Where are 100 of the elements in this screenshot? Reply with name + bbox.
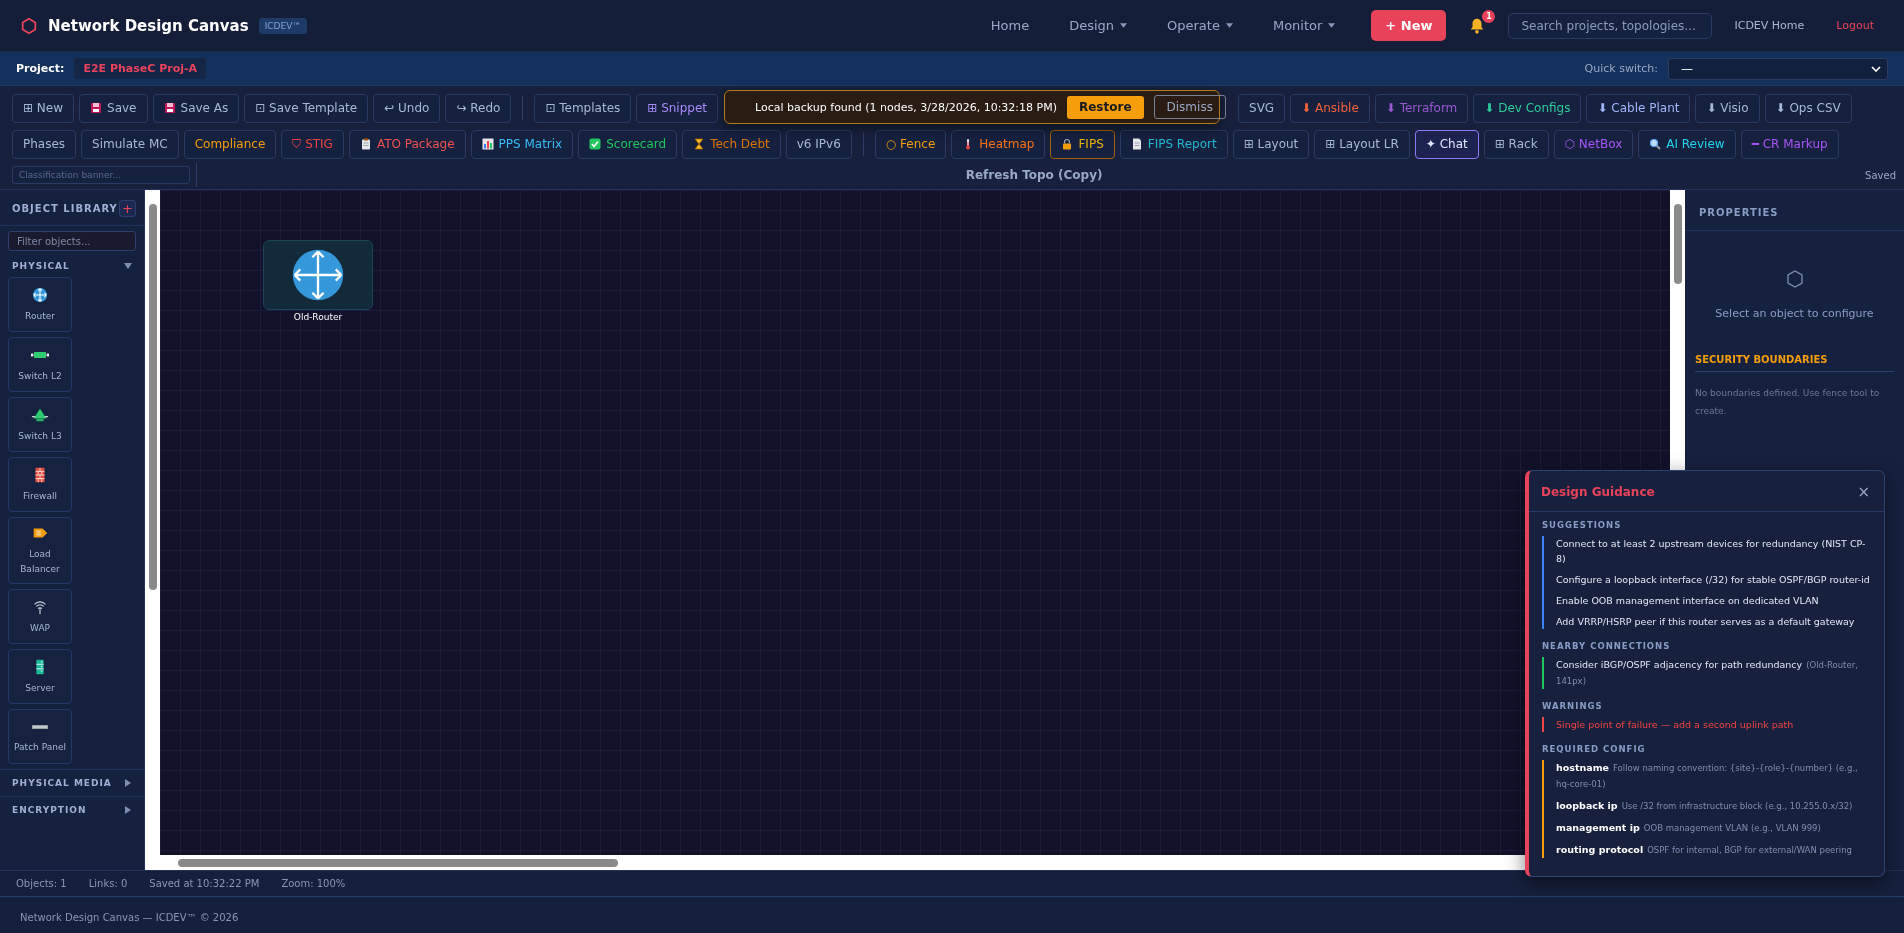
toolbar-button[interactable]: ✦ Chat xyxy=(1414,129,1479,159)
toolbar-button[interactable]: Scorecard xyxy=(578,129,678,159)
toolbar-button[interactable]: ○ Fence xyxy=(874,129,947,159)
nav-menu-item[interactable]: Home xyxy=(990,18,1030,33)
nav-menu-item[interactable]: Operate xyxy=(1167,18,1233,33)
toolbar-button[interactable]: ATO Package xyxy=(348,129,466,159)
library-title: OBJECT LIBRARY xyxy=(12,203,118,214)
padlock-icon xyxy=(1061,138,1074,150)
notification-count: 1 xyxy=(1482,9,1496,23)
nav-menu-item[interactable]: Design xyxy=(1069,18,1128,33)
toolbar-button[interactable]: v6 IPv6 xyxy=(785,129,852,159)
library-section-header[interactable]: PHYSICAL xyxy=(0,255,144,277)
classification-banner-field[interactable]: Classification banner... xyxy=(12,166,190,184)
toolbar-button[interactable]: ⬡ NetBox xyxy=(1553,129,1634,159)
dismiss-button[interactable]: Dismiss xyxy=(1153,95,1226,119)
caret-icon xyxy=(1328,23,1336,28)
router-node[interactable] xyxy=(263,240,373,310)
object-count: Objects: 1 xyxy=(16,878,67,889)
panel-title: Design Guidance xyxy=(1541,485,1655,499)
section-title: SECURITY BOUNDARIES xyxy=(1695,350,1894,372)
save-status: Saved xyxy=(1865,169,1896,181)
search-icon xyxy=(1649,138,1662,150)
toolbar-button[interactable]: ⊞ New xyxy=(12,93,75,123)
toolbar-button[interactable]: SVG xyxy=(1238,93,1286,123)
home-link[interactable]: ICDEV Home xyxy=(1734,19,1805,32)
library-item[interactable]: WAP xyxy=(8,589,72,644)
library-section-header[interactable]: PHYSICAL MEDIA xyxy=(0,769,144,796)
library-section-header[interactable]: ENCRYPTION xyxy=(0,796,144,823)
footer-text: Network Design Canvas — ICDEV™ © 2026 xyxy=(20,911,239,923)
toolbar-button[interactable]: ⬇ Visio xyxy=(1695,93,1760,123)
library-item[interactable]: Patch Panel xyxy=(8,709,72,764)
section-title: SUGGESTIONS xyxy=(1542,520,1623,530)
link-count: Links: 0 xyxy=(88,878,128,889)
nav-menu-item[interactable]: Monitor xyxy=(1272,18,1336,33)
toolbar-button[interactable]: ↩ Undo xyxy=(373,93,441,123)
bar-chart-icon xyxy=(481,138,494,150)
logout-link[interactable]: Logout xyxy=(1836,19,1874,32)
filter-field[interactable]: Filter objects... xyxy=(8,231,136,251)
toolbar-button[interactable]: ⬇ Terraform xyxy=(1374,93,1469,123)
toolbar-button[interactable]: ⛉ STIG xyxy=(281,129,344,159)
toolbar-button[interactable]: ↪ Redo xyxy=(445,93,512,123)
toolbar-button[interactable]: ⊞ Rack xyxy=(1483,129,1549,159)
product-badge: ICDEV™ xyxy=(258,17,308,34)
quick-switch-label: Quick switch: xyxy=(1584,62,1658,75)
project-tag[interactable]: E2E PhaseC Proj-A xyxy=(74,58,207,79)
section-title: NEARBY CONNECTIONS xyxy=(1542,641,1672,651)
toolbar-button[interactable]: Save As xyxy=(152,93,240,123)
library-item[interactable]: Switch L2 xyxy=(8,337,72,392)
node-label: Old-Router xyxy=(293,312,343,322)
checkmark-icon xyxy=(589,138,602,150)
clipboard-icon xyxy=(359,138,372,150)
toolbar-button[interactable]: PPS Matrix xyxy=(470,129,574,159)
add-button[interactable]: + xyxy=(119,200,136,217)
caret-icon xyxy=(1225,23,1233,28)
backup-message: Local backup found (1 nodes, 3/28/2026, 10:32:18 PM) xyxy=(755,100,1057,114)
library-item[interactable]: Server xyxy=(8,649,72,704)
toolbar-button[interactable]: Heatmap xyxy=(951,129,1046,159)
toolbar-button[interactable]: Compliance xyxy=(183,129,277,159)
toolbar-button[interactable]: AI Review xyxy=(1638,129,1736,159)
library-item[interactable]: Router xyxy=(8,277,72,332)
toolbar-button[interactable]: ⊡ Save Template xyxy=(244,93,369,123)
toolbar-button[interactable]: ⬇ Ansible xyxy=(1290,93,1370,123)
library-item[interactable]: Switch L3 xyxy=(8,397,72,452)
toolbar-button[interactable]: ⬇ Ops CSV xyxy=(1764,93,1852,123)
toolbar-button[interactable]: ⊞ Snippet xyxy=(636,93,719,123)
scrollbar[interactable] xyxy=(145,190,160,870)
hourglass-icon xyxy=(693,138,706,150)
restore-button[interactable]: Restore xyxy=(1066,95,1144,119)
search-field[interactable]: Search projects, topologies... xyxy=(1508,12,1713,39)
empty-state-message: Select an object to configure xyxy=(1715,307,1874,320)
router-icon xyxy=(290,247,346,303)
router-icon xyxy=(31,285,49,304)
new-button[interactable]: + New xyxy=(1371,10,1447,41)
close-button[interactable]: × xyxy=(1857,483,1870,501)
toolbar-button[interactable]: ⬇ Cable Plant xyxy=(1586,93,1691,123)
toolbar-button[interactable]: Tech Debt xyxy=(682,129,781,159)
quick-switch-select[interactable]: — xyxy=(1668,57,1888,80)
toolbar-button[interactable]: ━ CR Markup xyxy=(1740,129,1839,159)
toolbar-button[interactable]: Simulate MC xyxy=(81,129,179,159)
topology-title: Refresh Topo (Copy) xyxy=(964,168,1104,182)
chevron-down-icon xyxy=(1871,65,1881,72)
hexagon-logo-icon xyxy=(20,16,38,35)
toolbar-button[interactable]: ⊡ Templates xyxy=(534,93,632,123)
toolbar-button[interactable]: ⬇ Dev Configs xyxy=(1473,93,1582,123)
section-title: REQUIRED CONFIG xyxy=(1542,744,1647,754)
toolbar-button[interactable]: ⊞ Layout xyxy=(1232,129,1310,159)
toolbar-button[interactable]: FIPS Report xyxy=(1119,129,1228,159)
toolbar-button[interactable]: Save xyxy=(79,93,148,123)
app-title: Network Design Canvas xyxy=(48,16,249,35)
toolbar-button[interactable]: ⊞ Layout LR xyxy=(1314,129,1410,159)
zoom-level: Zoom: 100% xyxy=(281,878,346,889)
section-title: WARNINGS xyxy=(1542,701,1604,711)
patch-panel-icon xyxy=(32,724,48,729)
document-icon xyxy=(1130,138,1143,150)
library-item[interactable]: Firewall xyxy=(8,457,72,512)
library-item[interactable]: Load Balancer xyxy=(8,517,72,584)
toolbar-button[interactable]: FIPS xyxy=(1050,129,1115,159)
switch-icon xyxy=(31,351,49,358)
properties-title: PROPERTIES xyxy=(1685,190,1904,231)
toolbar-button[interactable]: Phases xyxy=(12,129,77,159)
